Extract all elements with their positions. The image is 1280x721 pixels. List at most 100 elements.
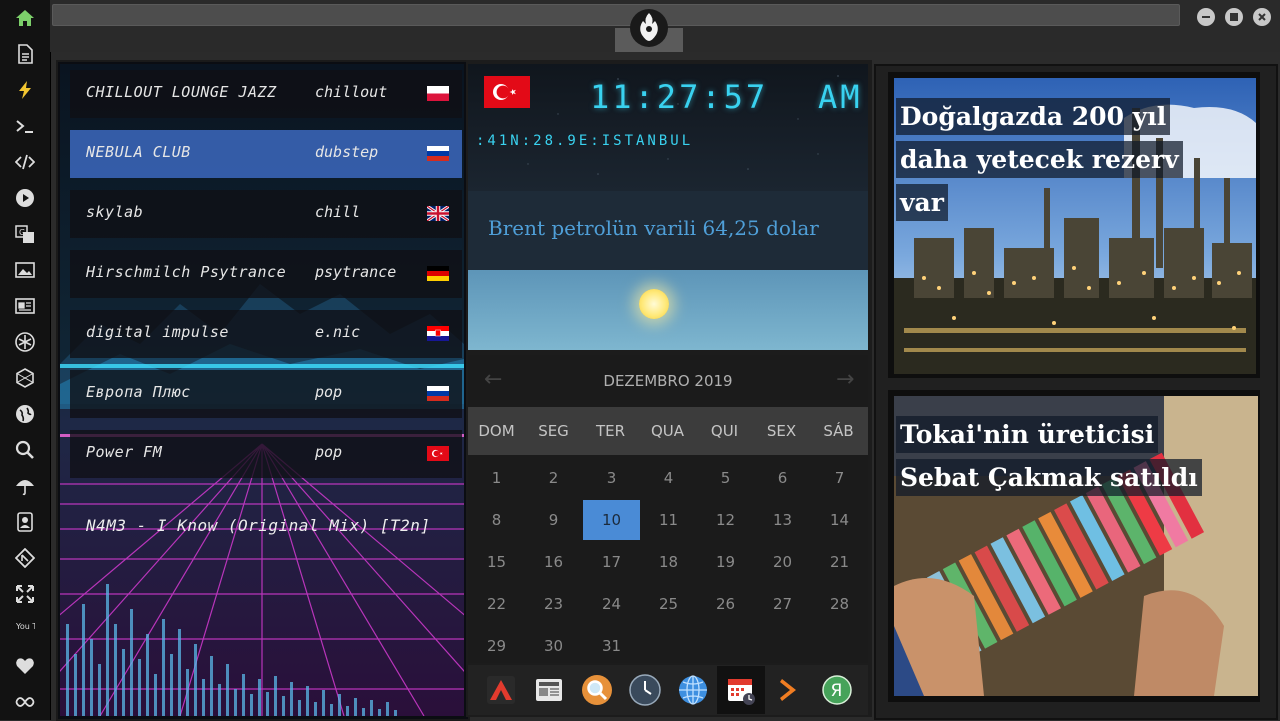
calendar-day[interactable]: 15 xyxy=(468,542,525,582)
news-card[interactable]: Doğalgazda 200 yıl daha yetecek rezerv v… xyxy=(888,72,1260,378)
station-row[interactable]: NEBULA CLUB dubstep xyxy=(70,130,462,178)
station-row[interactable]: Европа Плюс pop xyxy=(70,370,462,418)
search-icon[interactable] xyxy=(13,438,37,462)
translate-icon[interactable]: G xyxy=(13,222,37,246)
weekday-label: QUA xyxy=(650,422,685,440)
search-app-icon[interactable] xyxy=(577,670,617,710)
germany-flag-icon xyxy=(427,266,449,281)
news-ticker[interactable]: Brent petrolün varili 64,25 dolar xyxy=(488,216,819,240)
weekday-label: SEX xyxy=(766,422,797,440)
calendar-day[interactable]: 16 xyxy=(525,542,582,582)
now-playing-track: N4M3 - I Know (Original Mix) [T2n] xyxy=(86,516,431,535)
youtube-icon[interactable]: You Tube xyxy=(13,618,37,642)
station-row[interactable]: Power FM pop xyxy=(70,430,462,478)
station-row[interactable]: CHILLOUT LOUNGE JAZZ chillout xyxy=(70,70,462,118)
play-arrow-icon[interactable] xyxy=(769,670,809,710)
home-icon[interactable] xyxy=(13,6,37,30)
calendar-day[interactable]: 11 xyxy=(640,500,697,540)
calendar-day[interactable]: 4 xyxy=(640,458,697,498)
station-row[interactable]: digital impulse e.nic xyxy=(70,310,462,358)
fullscreen-icon[interactable] xyxy=(13,582,37,606)
poland-flag-icon xyxy=(427,86,449,101)
close-button[interactable] xyxy=(1253,8,1271,26)
calendar-day[interactable]: 6 xyxy=(754,458,811,498)
news-headline: Doğalgazda 200 yıl daha yetecek rezerv v… xyxy=(896,98,1183,227)
calendar-day[interactable]: 27 xyxy=(754,584,811,624)
title-field[interactable] xyxy=(52,4,1180,26)
turkey-flag-icon xyxy=(427,446,449,461)
calendar-header: ← DEZEMBRO 2019 → xyxy=(468,355,868,407)
contact-icon[interactable] xyxy=(13,510,37,534)
code-icon[interactable] xyxy=(13,150,37,174)
calendar-day[interactable]: 12 xyxy=(697,500,754,540)
calendar-day[interactable]: 17 xyxy=(583,542,640,582)
calendar-day[interactable]: 20 xyxy=(754,542,811,582)
station-row[interactable]: skylab chill xyxy=(70,190,462,238)
station-row[interactable]: Hirschmilch Psytrance psytrance xyxy=(70,250,462,298)
browser-globe-icon[interactable] xyxy=(673,670,713,710)
station-name: Hirschmilch Psytrance xyxy=(86,263,287,281)
close-icon xyxy=(1258,13,1266,21)
news-icon[interactable] xyxy=(13,294,37,318)
play-icon[interactable] xyxy=(13,186,37,210)
calendar-day[interactable]: 5 xyxy=(697,458,754,498)
calendar-day[interactable]: 26 xyxy=(697,584,754,624)
calendar-app-icon[interactable] xyxy=(717,666,765,714)
calendar-day[interactable]: 9 xyxy=(525,500,582,540)
terminal-icon[interactable] xyxy=(13,114,37,138)
calendar-day[interactable]: 22 xyxy=(468,584,525,624)
weather-sky xyxy=(468,270,868,350)
news-reader-icon[interactable] xyxy=(529,670,569,710)
calendar-day[interactable]: 31 xyxy=(583,626,640,666)
calendar-day[interactable]: 21 xyxy=(811,542,868,582)
news-card[interactable]: Tokai'nin üreticisi Sebat Çakmak satıldı xyxy=(888,390,1260,702)
calendar-day[interactable]: 14 xyxy=(811,500,868,540)
heart-icon[interactable] xyxy=(13,654,37,678)
weekday-label: SEG xyxy=(538,422,569,440)
calendar-day[interactable]: 25 xyxy=(640,584,697,624)
minimize-button[interactable] xyxy=(1197,8,1215,26)
calendar-day[interactable]: 1 xyxy=(468,458,525,498)
calendar-day[interactable]: 30 xyxy=(525,626,582,666)
uk-flag-icon xyxy=(427,206,449,221)
calendar-day[interactable]: 18 xyxy=(640,542,697,582)
image-icon[interactable] xyxy=(13,258,37,282)
calendar-day[interactable]: 3 xyxy=(583,458,640,498)
calendar-day[interactable]: 7 xyxy=(811,458,868,498)
clock-app-icon[interactable] xyxy=(625,670,665,710)
globe-icon[interactable] xyxy=(13,402,37,426)
calendar-day[interactable]: 28 xyxy=(811,584,868,624)
weekday-label: SÁB xyxy=(823,422,854,440)
calendar-month: DEZEMBRO 2019 xyxy=(603,372,733,390)
station-genre: pop xyxy=(315,443,343,461)
lightning-icon[interactable] xyxy=(13,78,37,102)
calendar-weekdays: DOM SEG TER QUA QUI SEX SÁB xyxy=(468,407,868,455)
maximize-button[interactable] xyxy=(1225,8,1243,26)
yandex-icon[interactable]: Я xyxy=(817,670,857,710)
svg-text:Я: Я xyxy=(831,681,843,701)
sun-icon xyxy=(639,289,669,319)
station-name: NEBULA CLUB xyxy=(86,143,191,161)
calendar-day[interactable]: 2 xyxy=(525,458,582,498)
calendar-day[interactable]: 8 xyxy=(468,500,525,540)
calendar-day[interactable]: 29 xyxy=(468,626,525,666)
app-a-icon[interactable] xyxy=(481,670,521,710)
rebel-icon[interactable] xyxy=(13,330,37,354)
umbrella-icon[interactable] xyxy=(13,474,37,498)
russia-flag-icon xyxy=(427,386,449,401)
station-genre: chill xyxy=(315,203,361,221)
calendar-day[interactable]: 13 xyxy=(754,500,811,540)
clock-ampm: AM xyxy=(818,78,863,116)
clock-time: 11:27:57 xyxy=(590,78,769,116)
station-name: Европа Плюс xyxy=(86,383,191,401)
calendar-day-today[interactable]: 10 xyxy=(583,500,640,540)
hexagon-icon[interactable] xyxy=(13,366,37,390)
infinity-icon[interactable] xyxy=(13,690,37,714)
next-month-button[interactable]: → xyxy=(836,367,854,392)
calendar-day[interactable]: 23 xyxy=(525,584,582,624)
minimize-icon xyxy=(1202,16,1210,18)
calendar-day[interactable]: 19 xyxy=(697,542,754,582)
git-icon[interactable] xyxy=(13,546,37,570)
calendar-day[interactable]: 24 xyxy=(583,584,640,624)
document-icon[interactable] xyxy=(13,42,37,66)
